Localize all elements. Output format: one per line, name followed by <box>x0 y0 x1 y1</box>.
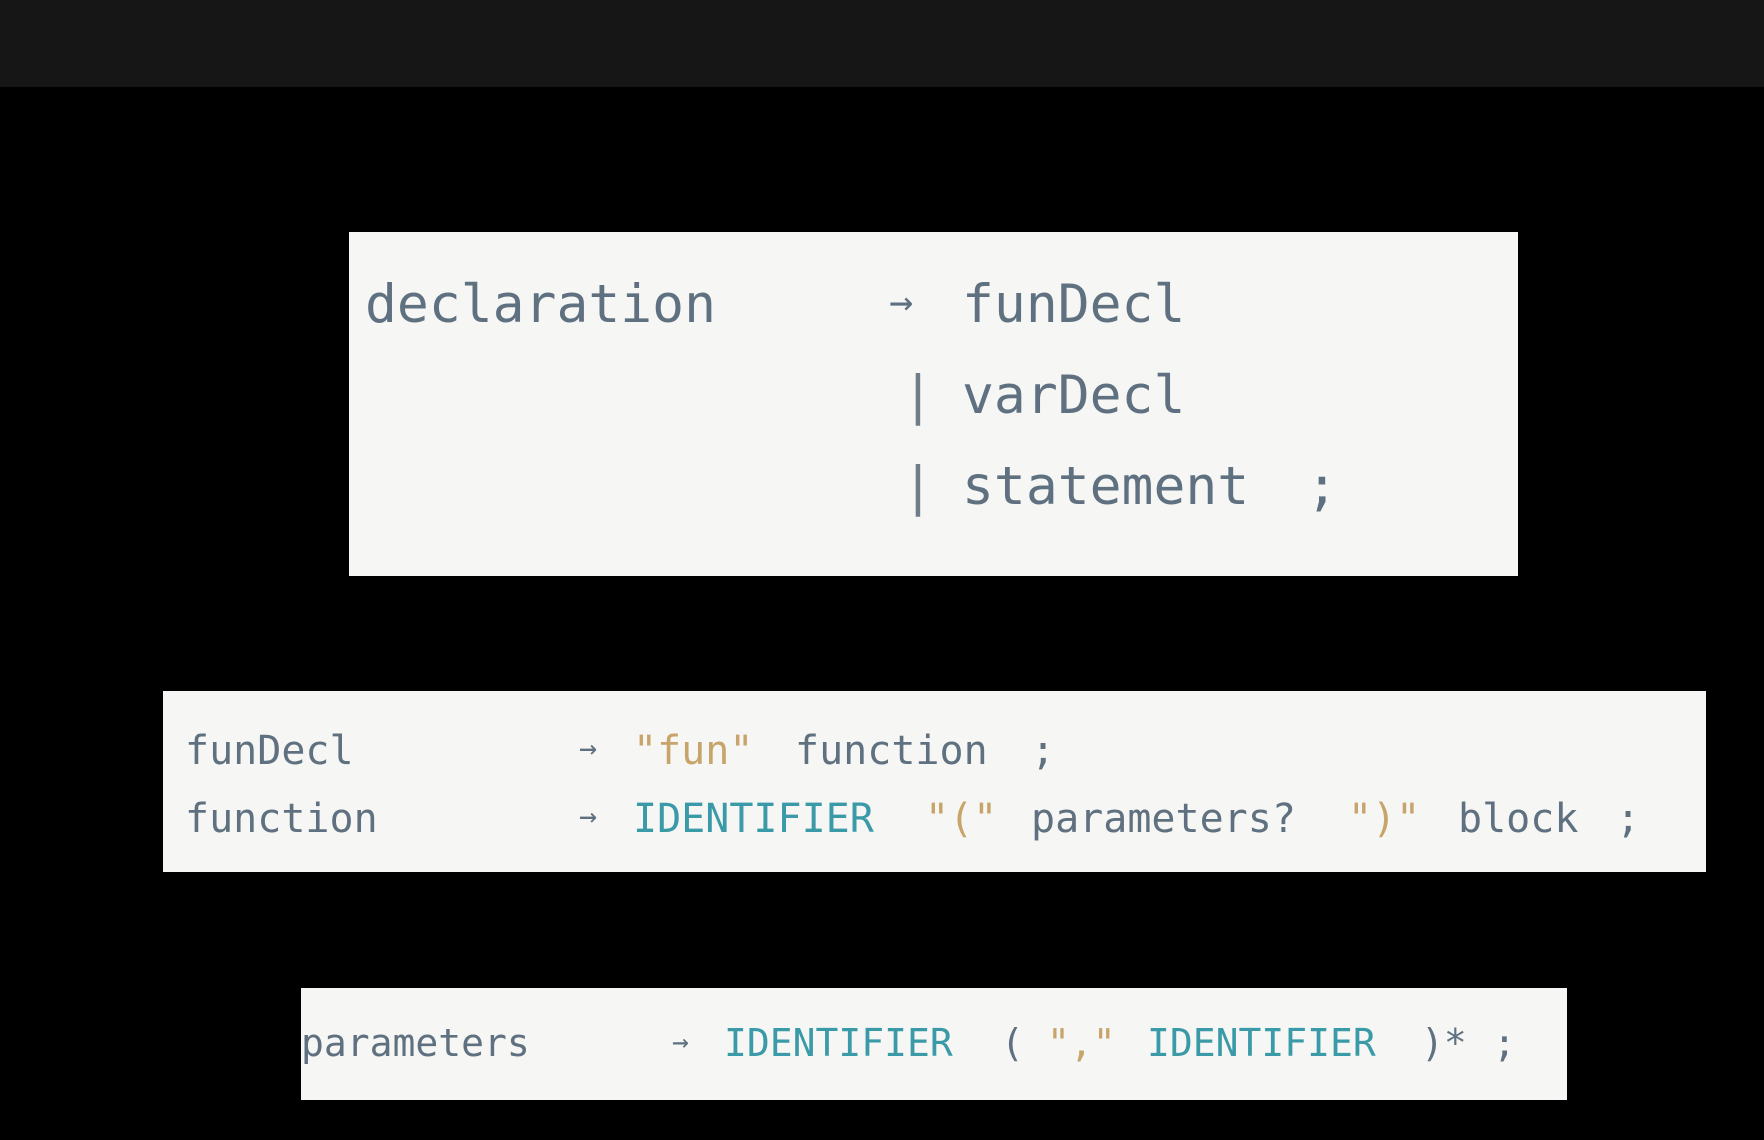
semicolon: ; <box>1031 728 1056 774</box>
semicolon: ; <box>1616 796 1641 842</box>
function-grammar-panel: funDecl → "fun" function ; function → ID… <box>163 691 1706 872</box>
pipe-icon: | <box>902 365 934 426</box>
top-bar <box>0 0 1764 87</box>
identifier-token: IDENTIFIER <box>1147 1021 1376 1065</box>
semicolon: ; <box>1306 456 1338 517</box>
function-rule-name: function <box>185 796 378 842</box>
arrow-icon: → <box>579 731 598 766</box>
alt-vardecl: varDecl <box>962 365 1186 426</box>
pipe-icon: | <box>902 456 934 517</box>
group-close-star: )* <box>1421 1021 1467 1065</box>
declaration-rule-name: declaration <box>365 274 716 335</box>
block-ref: block <box>1458 796 1579 842</box>
declaration-grammar-panel: declaration → funDecl | varDecl | statem… <box>349 232 1518 576</box>
semicolon: ; <box>1493 1021 1516 1065</box>
parameters-rule-name: parameters <box>301 1021 530 1065</box>
arrow-icon: → <box>579 799 598 834</box>
arrow-icon: → <box>889 279 914 325</box>
identifier-token: IDENTIFIER <box>724 1021 953 1065</box>
identifier-token: IDENTIFIER <box>633 796 874 842</box>
close-paren-literal: ")" <box>1348 796 1421 842</box>
fun-keyword-literal: "fun" <box>633 728 754 774</box>
alt-fundecl: funDecl <box>962 274 1186 335</box>
function-ref: function <box>795 728 988 774</box>
fundecl-rule-name: funDecl <box>185 728 354 774</box>
parameters-ref: parameters? <box>1031 796 1296 842</box>
group-open-paren: ( <box>1001 1021 1024 1065</box>
comma-literal: "," <box>1047 1021 1116 1065</box>
parameters-grammar-panel: parameters → IDENTIFIER ( "," IDENTIFIER… <box>301 988 1567 1100</box>
open-paren-literal: "(" <box>925 796 998 842</box>
arrow-icon: → <box>672 1025 689 1058</box>
alt-statement: statement <box>962 456 1250 517</box>
